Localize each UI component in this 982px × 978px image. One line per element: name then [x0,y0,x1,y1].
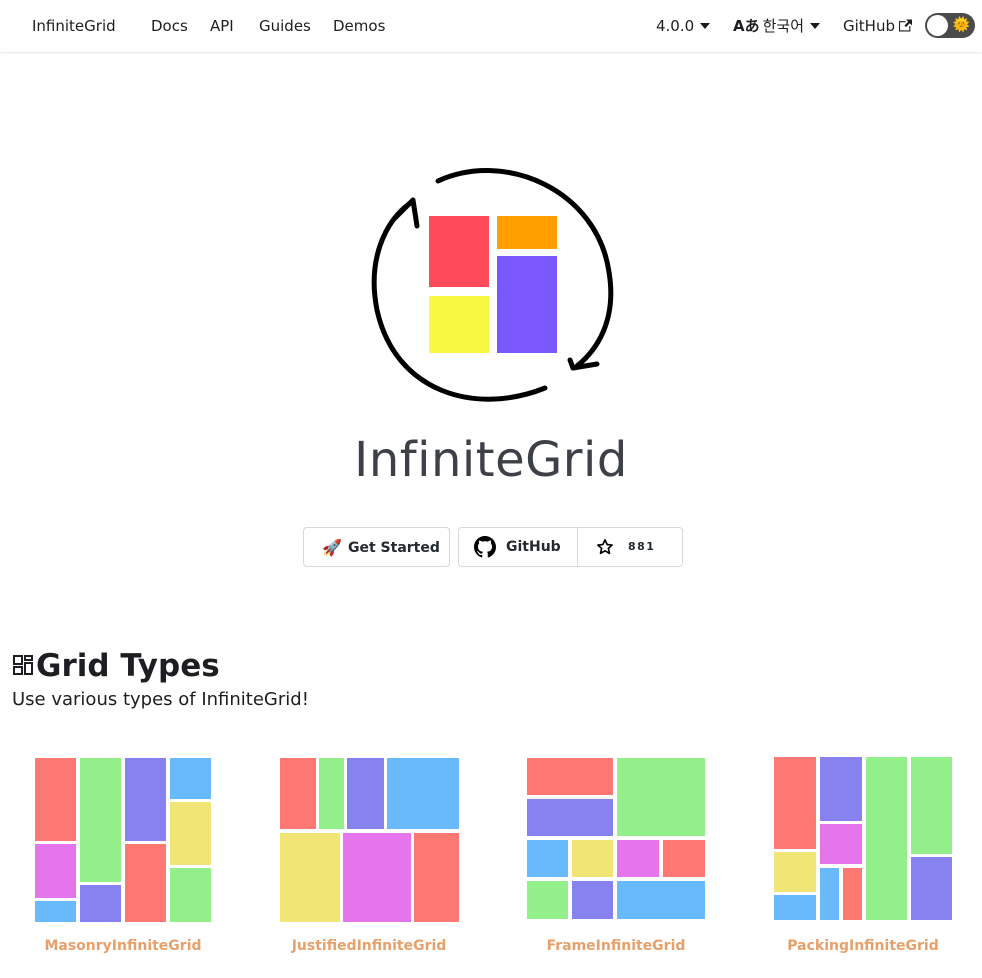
section-title: Grid Types [12,648,220,684]
language-dropdown[interactable]: Aあ 한국어 [733,0,821,52]
packing-preview [774,757,952,920]
nav-link-docs[interactable]: Docs [151,0,188,52]
github-button[interactable]: GitHub [459,528,577,566]
star-icon [597,539,613,555]
section-title-text: Grid Types [36,648,220,684]
grid-type-card-masonry[interactable]: MasonryInfiniteGrid [31,752,215,967]
grid-type-label: JustifiedInfiniteGrid [291,938,447,954]
external-link-icon [898,19,912,32]
masonry-preview [35,758,211,922]
frame-preview [527,758,705,919]
get-started-button[interactable]: 🚀 Get Started [303,527,450,567]
grid-type-card-justified[interactable]: JustifiedInfiniteGrid [277,752,461,967]
grid-type-card-frame[interactable]: FrameInfiniteGrid [524,752,708,967]
nav-link-guides[interactable]: Guides [259,0,311,52]
chevron-down-icon [700,22,711,29]
star-count-button[interactable]: 881 [578,528,682,566]
infinitegrid-logo [371,168,614,402]
nav-link-demos[interactable]: Demos [333,0,385,52]
get-started-label: Get Started [348,540,440,556]
chevron-down-icon [810,22,821,29]
github-button-group: GitHub 881 [458,527,683,567]
logo-tile-orange [497,216,557,249]
logo-tile-yellow [429,296,489,353]
toggle-knob [927,15,948,36]
version-dropdown[interactable]: 4.0.0 [656,0,711,52]
sun-icon: 🌞 [952,17,971,33]
justified-preview [280,758,459,922]
version-label: 4.0.0 [656,17,695,35]
rocket-icon: 🚀 [322,538,342,557]
github-nav-label: GitHub [843,17,895,35]
grid-type-label: MasonryInfiniteGrid [44,938,202,954]
section-subtitle: Use various types of InfiniteGrid! [12,689,309,710]
grid-type-card-packing[interactable]: PackingInfiniteGrid [771,752,955,967]
star-count: 881 [628,540,656,553]
language-label: 한국어 [762,17,805,35]
brand-link[interactable]: InfiniteGrid [32,0,116,52]
grid-icon [13,654,33,675]
github-nav-link[interactable]: GitHub [843,0,912,52]
logo-tile-purple [497,256,557,353]
theme-toggle[interactable]: 🌞 [925,13,975,38]
translate-icon: Aあ [733,17,760,35]
grid-type-label: FrameInfiniteGrid [546,938,686,954]
nav-link-api[interactable]: API [210,0,234,52]
grid-type-label: PackingInfiniteGrid [787,938,939,954]
github-icon [474,536,496,558]
logo-tile-red [429,216,489,287]
github-button-label: GitHub [506,539,561,555]
navbar: InfiniteGrid Docs API Guides Demos 4.0.0… [0,0,982,52]
hero-title: InfiniteGrid [354,432,628,488]
